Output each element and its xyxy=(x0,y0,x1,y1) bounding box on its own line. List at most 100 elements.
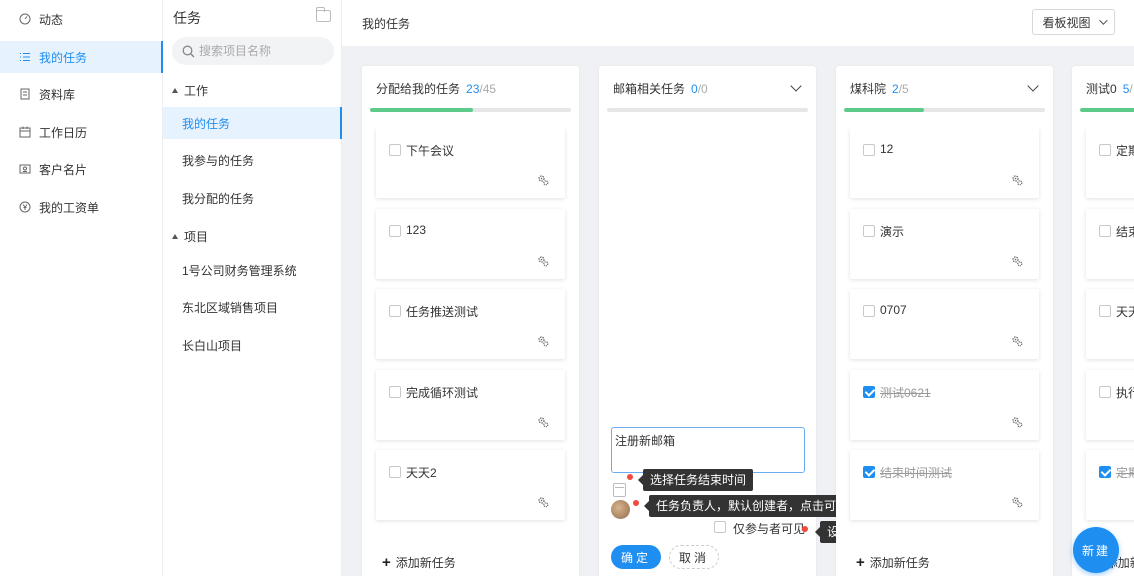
new-task-input[interactable]: 注册新邮箱 xyxy=(611,427,805,473)
confirm-button[interactable]: 确定 xyxy=(611,545,661,569)
task-checkbox[interactable] xyxy=(863,386,875,398)
board-column: 邮箱相关任务 0/0 注册新邮箱 选择任务结束时间 任务负责人，默认创建者，点击可… xyxy=(599,66,868,576)
nav-item-label: 我的任务 xyxy=(39,50,88,65)
new-fab-button[interactable]: 新建 xyxy=(1073,527,1119,573)
column-done-count: 0 xyxy=(691,82,698,96)
task-card[interactable]: 演示 xyxy=(850,209,1039,279)
board-column: 分配给我的任务 23/45 下午会议 123 任务推送测试 完成循环测试 天天2 + 添加新… xyxy=(362,66,579,576)
group-work[interactable]: 工作 xyxy=(172,82,208,99)
column-header: 测试0 5/ xyxy=(1086,80,1133,97)
calendar-icon xyxy=(18,126,31,139)
app-root: 动态 我的任务 资料库 工作日历 客户名片 我的工资单 任务 搜索项目名称 工作… xyxy=(0,0,1134,576)
side-item-participated[interactable]: 我参与的任务 xyxy=(163,144,342,176)
task-card[interactable]: 定期 xyxy=(1086,128,1134,198)
collapse-triangle-icon xyxy=(172,234,178,239)
add-folder-icon[interactable] xyxy=(316,7,331,22)
task-title: 测试0621 xyxy=(880,386,931,400)
nav-item-label: 客户名片 xyxy=(39,162,88,177)
side-item-label: 1号公司财务管理系统 xyxy=(182,263,297,278)
visibility-label: 仅参与者可见 xyxy=(733,522,806,536)
task-card[interactable]: 天天2 xyxy=(376,450,565,520)
side-item-project-3[interactable]: 长白山项目 xyxy=(163,329,342,361)
chevron-down-icon xyxy=(1098,16,1108,25)
nav-item-contacts[interactable]: 客户名片 xyxy=(0,153,163,185)
task-card[interactable]: 定期 xyxy=(1086,450,1134,520)
task-card[interactable]: 任务推送测试 xyxy=(376,289,565,359)
task-card[interactable]: 下午会议 xyxy=(376,128,565,198)
chevron-down-icon[interactable] xyxy=(790,80,802,92)
task-checkbox[interactable] xyxy=(389,386,401,398)
task-card[interactable]: 完成循环测试 xyxy=(376,370,565,440)
gears-icon[interactable] xyxy=(1011,496,1023,508)
add-task-button[interactable]: + 添加新任务 xyxy=(856,554,930,571)
gears-icon[interactable] xyxy=(1011,335,1023,347)
side-item-label: 我的任务 xyxy=(182,116,231,131)
task-checkbox[interactable] xyxy=(1099,225,1111,237)
nav-item-library[interactable]: 资料库 xyxy=(0,78,163,110)
task-title: 任务推送测试 xyxy=(406,305,479,319)
side-item-project-2[interactable]: 东北区域销售项目 xyxy=(163,291,342,323)
board-column: 测试05/ 定期结束天天执行定期 +添加新任务 xyxy=(1072,66,1134,576)
task-checkbox[interactable] xyxy=(1099,305,1111,317)
gears-icon[interactable] xyxy=(1011,255,1023,267)
task-checkbox[interactable] xyxy=(863,466,875,478)
task-title: 定期 xyxy=(1116,144,1134,158)
nav-item-label: 我的工资单 xyxy=(39,200,100,215)
side-item-label: 东北区域销售项目 xyxy=(182,300,279,315)
task-card[interactable]: 结束时间测试 xyxy=(850,450,1039,520)
nav-item-my-tasks[interactable]: 我的任务 xyxy=(0,41,163,73)
task-checkbox[interactable] xyxy=(389,466,401,478)
task-checkbox[interactable] xyxy=(863,225,875,237)
task-title: 结束 xyxy=(1116,225,1134,239)
project-search[interactable] xyxy=(172,37,334,65)
side-item-assigned[interactable]: 我分配的任务 xyxy=(163,182,342,214)
search-input[interactable] xyxy=(199,44,319,58)
task-checkbox[interactable] xyxy=(389,144,401,156)
task-checkbox[interactable] xyxy=(863,305,875,317)
task-checkbox[interactable] xyxy=(1099,386,1111,398)
task-card[interactable]: 12 xyxy=(850,128,1039,198)
search-icon xyxy=(182,45,195,58)
avatar[interactable] xyxy=(611,500,630,519)
task-card[interactable]: 天天 xyxy=(1086,289,1134,359)
group-label: 项目 xyxy=(184,230,209,244)
nav-item-payslip[interactable]: 我的工资单 xyxy=(0,191,163,223)
visibility-checkbox[interactable] xyxy=(714,521,726,533)
nav-item-calendar[interactable]: 工作日历 xyxy=(0,116,163,148)
gears-icon[interactable] xyxy=(1011,416,1023,428)
calendar-icon[interactable] xyxy=(613,483,626,497)
gears-icon[interactable] xyxy=(537,174,549,186)
add-task-button[interactable]: + 添加新任务 xyxy=(382,554,456,571)
gears-icon[interactable] xyxy=(537,496,549,508)
task-checkbox[interactable] xyxy=(863,144,875,156)
side-item-project-1[interactable]: 1号公司财务管理系统 xyxy=(163,254,342,286)
gears-icon[interactable] xyxy=(537,416,549,428)
board-area: 我的任务 看板视图 分配给我的任务 23/45 下午会议 123 任务推送测试 完成循环… xyxy=(342,0,1134,576)
gears-icon[interactable] xyxy=(1011,174,1023,186)
plus-icon: + xyxy=(856,553,865,571)
task-checkbox[interactable] xyxy=(389,225,401,237)
task-card[interactable]: 0707 xyxy=(850,289,1039,359)
side-item-label: 长白山项目 xyxy=(182,338,243,353)
task-title: 0707 xyxy=(880,303,907,317)
group-projects[interactable]: 项目 xyxy=(172,228,208,245)
task-checkbox[interactable] xyxy=(1099,466,1111,478)
view-switch-button[interactable]: 看板视图 xyxy=(1032,9,1115,35)
task-card[interactable]: 执行 xyxy=(1086,370,1134,440)
task-checkbox[interactable] xyxy=(389,305,401,317)
side-item-my-tasks[interactable]: 我的任务 xyxy=(163,107,342,139)
column-title: 煤科院 xyxy=(850,82,887,96)
nav-item-dynamics[interactable]: 动态 xyxy=(0,3,163,35)
task-card[interactable]: 测试0621 xyxy=(850,370,1039,440)
task-checkbox[interactable] xyxy=(1099,144,1111,156)
task-card[interactable]: 结束 xyxy=(1086,209,1134,279)
task-card[interactable]: 123 xyxy=(376,209,565,279)
task-title: 完成循环测试 xyxy=(406,386,479,400)
nav-item-label: 工作日历 xyxy=(39,125,88,140)
gears-icon[interactable] xyxy=(537,335,549,347)
cancel-button[interactable]: 取消 xyxy=(669,545,719,569)
chevron-down-icon[interactable] xyxy=(1027,80,1039,92)
hint-dot xyxy=(633,500,639,506)
gears-icon[interactable] xyxy=(537,255,549,267)
column-total-count: / xyxy=(1129,82,1133,96)
